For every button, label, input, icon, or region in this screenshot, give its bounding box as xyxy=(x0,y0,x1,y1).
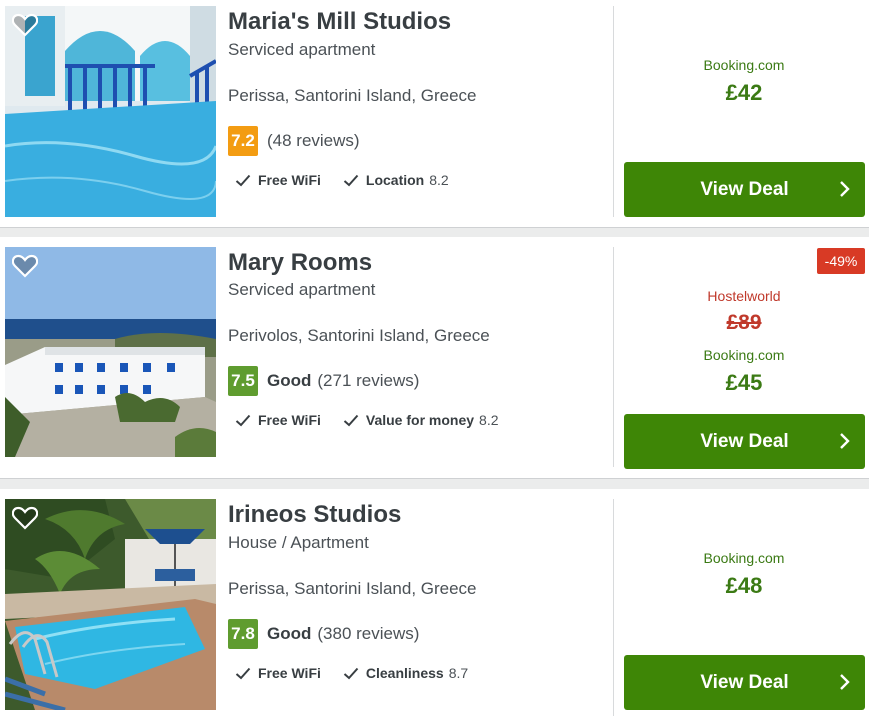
hotel-photo[interactable] xyxy=(5,6,216,217)
review-count[interactable]: (271 reviews) xyxy=(317,371,419,391)
listing-card: Maria's Mill Studios Serviced apartment … xyxy=(0,0,869,228)
chevron-right-icon xyxy=(840,674,850,690)
old-deal-provider[interactable]: Hostelworld xyxy=(614,288,869,304)
hotel-location: Perivolos, Santorini Island, Greece xyxy=(228,326,490,345)
checkmark-icon xyxy=(343,174,359,186)
checkmark-icon xyxy=(235,174,251,186)
amenity-label: Cleanliness xyxy=(365,665,444,681)
deal-provider[interactable]: Booking.com xyxy=(614,550,869,566)
view-deal-button[interactable]: View Deal xyxy=(624,655,865,710)
amenity-label: Free WiFi xyxy=(258,665,321,681)
review-count[interactable]: (48 reviews) xyxy=(267,131,360,151)
rating: 7.5 Good (271 reviews) xyxy=(228,366,419,396)
property-type: Serviced apartment xyxy=(228,280,376,299)
hotel-photo[interactable] xyxy=(5,247,216,457)
chevron-right-icon xyxy=(840,433,850,449)
checkmark-icon xyxy=(235,667,251,679)
heart-icon[interactable] xyxy=(12,254,38,278)
property-type: Serviced apartment xyxy=(228,40,376,59)
deal-provider[interactable]: Booking.com xyxy=(614,57,869,73)
rating-word: Good xyxy=(267,624,312,643)
deal-provider[interactable]: Booking.com xyxy=(614,347,869,363)
amenity-item: Value for money 8.2 xyxy=(343,412,499,428)
discount-badge: -49% xyxy=(817,248,865,274)
old-deal-price[interactable]: £89 xyxy=(614,311,869,335)
rating-score: 7.5 xyxy=(228,366,258,396)
amenity-score: 8.7 xyxy=(448,665,469,681)
amenity-item: Free WiFi xyxy=(235,665,321,681)
listing-card: Irineos Studios House / Apartment Periss… xyxy=(0,489,869,716)
rating: 7.2 (48 reviews) xyxy=(228,126,360,156)
hotel-name[interactable]: Irineos Studios xyxy=(228,501,401,529)
deal-price[interactable]: £48 xyxy=(614,573,869,599)
amenities: Free WiFi Value for money 8.2 xyxy=(235,412,521,428)
view-deal-button[interactable]: View Deal xyxy=(624,162,865,217)
amenity-score: 8.2 xyxy=(429,172,449,188)
view-deal-label: View Deal xyxy=(700,178,789,200)
listing-card: Mary Rooms Serviced apartment Perivolos,… xyxy=(0,237,869,479)
amenities: Free WiFi Cleanliness 8.7 xyxy=(235,665,490,681)
amenity-score: 8.2 xyxy=(479,412,499,428)
amenity-label: Free WiFi xyxy=(258,172,321,188)
amenity-item: Cleanliness 8.7 xyxy=(343,665,468,681)
checkmark-icon xyxy=(235,414,251,426)
review-count[interactable]: (380 reviews) xyxy=(317,624,419,644)
amenity-item: Free WiFi xyxy=(235,412,321,428)
view-deal-button[interactable]: View Deal xyxy=(624,414,865,469)
deal-price[interactable]: £45 xyxy=(614,370,869,396)
heart-icon[interactable] xyxy=(12,13,38,37)
hotel-name[interactable]: Maria's Mill Studios xyxy=(228,8,451,36)
view-deal-label: View Deal xyxy=(700,430,789,452)
amenity-item: Free WiFi xyxy=(235,172,321,188)
chevron-right-icon xyxy=(840,181,850,197)
rating-score: 7.8 xyxy=(228,619,258,649)
checkmark-icon xyxy=(343,414,359,426)
amenity-item: Location 8.2 xyxy=(343,172,449,188)
hotel-location: Perissa, Santorini Island, Greece xyxy=(228,579,477,598)
view-deal-label: View Deal xyxy=(700,671,789,693)
amenity-label: Value for money xyxy=(365,412,475,428)
divider xyxy=(613,6,614,217)
rating-score: 7.2 xyxy=(228,126,258,156)
property-type: House / Apartment xyxy=(228,533,369,552)
hotel-photo[interactable] xyxy=(5,499,216,710)
rating: 7.8 Good (380 reviews) xyxy=(228,619,419,649)
amenity-label: Location xyxy=(365,172,425,188)
hotel-name[interactable]: Mary Rooms xyxy=(228,249,372,277)
hotel-location: Perissa, Santorini Island, Greece xyxy=(228,86,477,105)
heart-icon[interactable] xyxy=(12,506,38,530)
amenities: Free WiFi Location 8.2 xyxy=(235,172,471,188)
divider xyxy=(613,499,614,716)
deal-price[interactable]: £42 xyxy=(614,80,869,106)
checkmark-icon xyxy=(343,667,359,679)
amenity-label: Free WiFi xyxy=(258,412,321,428)
rating-word: Good xyxy=(267,371,312,390)
